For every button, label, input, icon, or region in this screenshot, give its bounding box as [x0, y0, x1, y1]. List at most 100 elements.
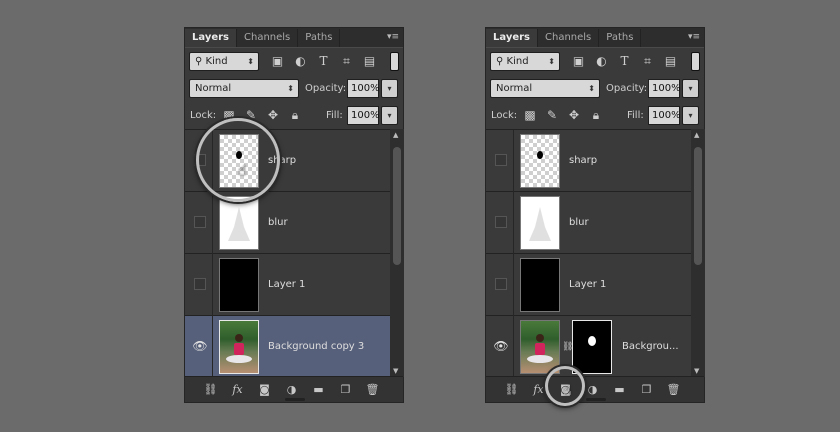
adjustment-icon[interactable]: ◑: [282, 381, 301, 399]
eye-icon[interactable]: 👁︎: [492, 339, 510, 353]
scroll-up-icon[interactable]: ▲: [393, 131, 398, 139]
link-layers-icon[interactable]: ⛓︎: [201, 381, 220, 399]
lock-pixels-icon[interactable]: ▩: [221, 107, 237, 124]
mask-link-icon[interactable]: ⛓︎: [562, 338, 573, 356]
eye-icon[interactable]: 👁︎: [191, 339, 209, 353]
lock-all-icon[interactable]: 🔒︎: [588, 107, 604, 124]
scroll-thumb[interactable]: [393, 147, 401, 265]
layer-row-background-copy-3[interactable]: 👁︎ Background copy 3: [185, 316, 390, 378]
layer-thumbnail[interactable]: [219, 196, 259, 250]
layer-thumbnail[interactable]: [520, 320, 560, 374]
fill-label: Fill:: [326, 110, 343, 121]
tab-layers[interactable]: Layers: [486, 29, 538, 47]
smart-object-filter-icon[interactable]: ▤: [662, 53, 679, 70]
tab-paths[interactable]: Paths: [298, 29, 341, 47]
layer-name[interactable]: Backgrou...: [622, 316, 679, 378]
tab-layers[interactable]: Layers: [185, 29, 237, 47]
adjustment-icon[interactable]: ◑: [583, 381, 602, 399]
layer-name[interactable]: Background copy 3: [268, 316, 364, 378]
layer-list: sharp blur Layer 1 👁︎: [486, 129, 691, 378]
scroll-down-icon[interactable]: ▼: [694, 367, 699, 375]
lock-position-icon[interactable]: ✥: [566, 107, 582, 124]
add-mask-icon[interactable]: ◙: [255, 381, 274, 399]
blend-mode-select[interactable]: Normal ⬍: [189, 79, 299, 98]
trash-icon[interactable]: 🗑︎: [363, 381, 382, 399]
fill-input[interactable]: 100%: [347, 106, 380, 125]
trash-icon[interactable]: 🗑︎: [664, 381, 683, 399]
lock-pixels-icon[interactable]: ▩: [522, 107, 538, 124]
resize-grip[interactable]: [586, 398, 606, 401]
filter-kind-select[interactable]: ⚲ Kind ⬍: [189, 52, 259, 71]
layer-name[interactable]: blur: [268, 192, 288, 254]
layer-row-background-copy-3[interactable]: 👁︎ ⛓︎ Backgrou...: [486, 316, 691, 378]
opacity-input[interactable]: 100%: [648, 79, 681, 98]
fill-dropdown[interactable]: ▾: [381, 106, 398, 125]
type-filter-icon[interactable]: T: [315, 53, 332, 70]
lock-all-icon[interactable]: 🔒︎: [287, 107, 303, 124]
layer-name[interactable]: sharp: [569, 130, 597, 192]
folder-icon[interactable]: ▬: [309, 381, 328, 399]
layer-thumbnail[interactable]: [219, 258, 259, 312]
opacity-input[interactable]: 100%: [347, 79, 380, 98]
lock-brush-icon[interactable]: ✎: [243, 107, 259, 124]
layer-thumbnail[interactable]: [520, 134, 560, 188]
layer-thumbnail[interactable]: [520, 196, 560, 250]
shape-filter-icon[interactable]: ⌗: [338, 53, 355, 70]
smart-object-filter-icon[interactable]: ▤: [361, 53, 378, 70]
opacity-dropdown[interactable]: ▾: [682, 79, 699, 98]
new-layer-icon[interactable]: ❐: [336, 381, 355, 399]
folder-icon[interactable]: ▬: [610, 381, 629, 399]
scroll-up-icon[interactable]: ▲: [694, 131, 699, 139]
tab-channels[interactable]: Channels: [538, 29, 600, 47]
layer-row-blur[interactable]: blur: [486, 192, 691, 254]
visibility-toggle[interactable]: [495, 154, 507, 166]
filter-kind-select[interactable]: ⚲ Kind ⬍: [490, 52, 560, 71]
new-layer-icon[interactable]: ❐: [637, 381, 656, 399]
layer-row-sharp[interactable]: sharp: [486, 130, 691, 192]
layer-row-sharp[interactable]: sharp: [185, 130, 390, 192]
lock-brush-icon[interactable]: ✎: [544, 107, 560, 124]
panel-menu-icon[interactable]: ▾≡: [387, 31, 399, 43]
panel-menu-icon[interactable]: ▾≡: [688, 31, 700, 43]
layer-name[interactable]: Layer 1: [268, 254, 305, 316]
layer-thumbnail[interactable]: [520, 258, 560, 312]
layer-scrollbar[interactable]: ▲ ▼: [390, 129, 404, 377]
layer-row-blur[interactable]: blur: [185, 192, 390, 254]
visibility-toggle[interactable]: [194, 216, 206, 228]
visibility-toggle[interactable]: [194, 154, 206, 166]
fx-icon[interactable]: fx: [228, 381, 247, 399]
fill-dropdown[interactable]: ▾: [682, 106, 699, 125]
visibility-toggle[interactable]: [495, 278, 507, 290]
scroll-down-icon[interactable]: ▼: [393, 367, 398, 375]
layer-name[interactable]: sharp: [268, 130, 296, 192]
filter-toggle[interactable]: [390, 52, 399, 71]
layer-scrollbar[interactable]: ▲ ▼: [691, 129, 705, 377]
tab-channels[interactable]: Channels: [237, 29, 299, 47]
resize-grip[interactable]: [285, 398, 305, 401]
layer-name[interactable]: Layer 1: [569, 254, 606, 316]
opacity-label: Opacity:: [305, 83, 347, 94]
adjustment-filter-icon[interactable]: ◐: [593, 53, 610, 70]
link-layers-icon[interactable]: ⛓︎: [502, 381, 521, 399]
fx-icon[interactable]: fx: [529, 381, 548, 399]
visibility-toggle[interactable]: [194, 278, 206, 290]
visibility-toggle[interactable]: [495, 216, 507, 228]
fill-input[interactable]: 100%: [648, 106, 681, 125]
adjustment-filter-icon[interactable]: ◐: [292, 53, 309, 70]
layer-thumbnail[interactable]: [219, 320, 259, 374]
tab-paths[interactable]: Paths: [599, 29, 642, 47]
filter-toggle[interactable]: [691, 52, 700, 71]
blend-mode-select[interactable]: Normal ⬍: [490, 79, 600, 98]
opacity-dropdown[interactable]: ▾: [381, 79, 398, 98]
scroll-thumb[interactable]: [694, 147, 702, 265]
type-filter-icon[interactable]: T: [616, 53, 633, 70]
layer-thumbnail[interactable]: [219, 134, 259, 188]
layer-row-layer1[interactable]: Layer 1: [185, 254, 390, 316]
layer-mask-thumbnail[interactable]: [572, 320, 612, 374]
layer-name[interactable]: blur: [569, 192, 589, 254]
layer-row-layer1[interactable]: Layer 1: [486, 254, 691, 316]
image-filter-icon[interactable]: ▣: [570, 53, 587, 70]
lock-position-icon[interactable]: ✥: [265, 107, 281, 124]
shape-filter-icon[interactable]: ⌗: [639, 53, 656, 70]
image-filter-icon[interactable]: ▣: [269, 53, 286, 70]
